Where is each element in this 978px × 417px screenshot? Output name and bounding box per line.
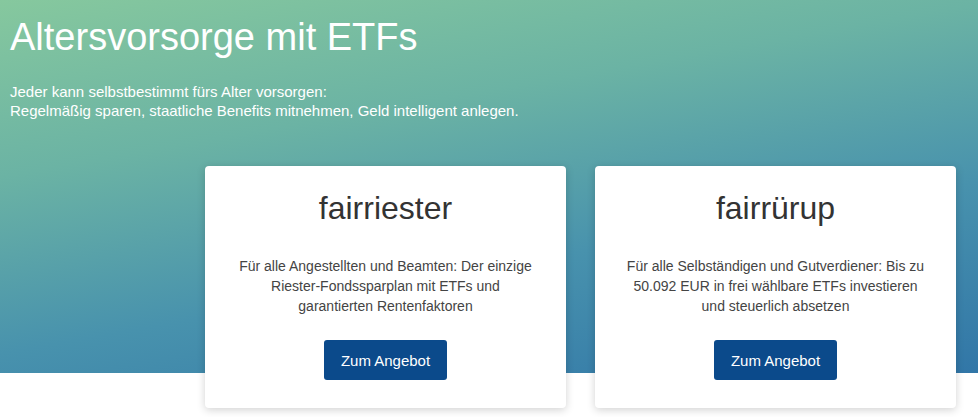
hero-banner: Altersvorsorge mit ETFs Jeder kann selbst… <box>0 0 978 120</box>
card-title: fairrürup <box>716 188 835 228</box>
subtitle-line: Regelmäßig sparen, staatliche Benefits m… <box>10 101 968 120</box>
offer-button[interactable]: Zum Angebot <box>324 340 447 380</box>
offer-button[interactable]: Zum Angebot <box>714 340 837 380</box>
page-title: Altersvorsorge mit ETFs <box>10 14 968 60</box>
offer-card: fairrürup Für alle Selbständigen und Gutv… <box>595 166 956 408</box>
subtitle: Jeder kann selbstbestimmt fürs Alter vor… <box>10 82 968 120</box>
offer-cards: fairriester Für alle Angestellten und Bea… <box>0 166 978 408</box>
subtitle-line: Jeder kann selbstbestimmt fürs Alter vor… <box>10 82 968 101</box>
card-description: Für alle Angestellten und Beamten: Der e… <box>233 256 538 316</box>
card-title: fairriester <box>319 188 452 228</box>
card-description: Für alle Selbständigen und Gutverdiener:… <box>623 256 928 316</box>
offer-card: fairriester Für alle Angestellten und Bea… <box>205 166 566 408</box>
